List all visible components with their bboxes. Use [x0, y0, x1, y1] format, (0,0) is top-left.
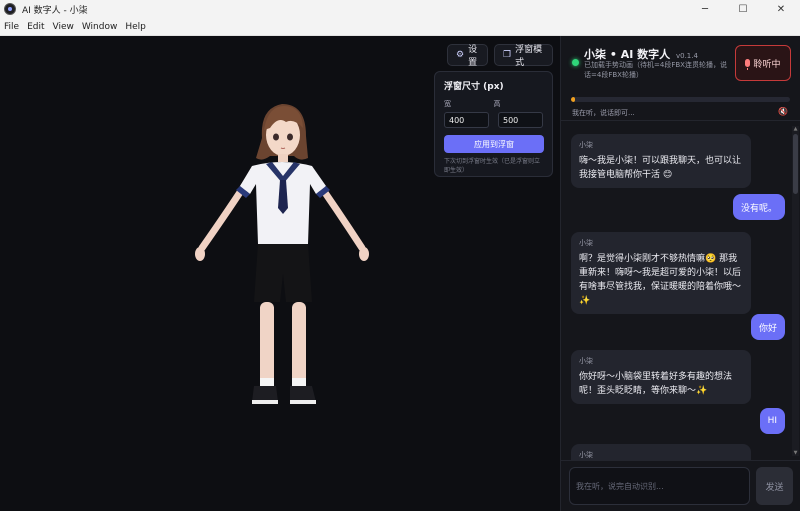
avatar-stage: ⚙ 设置 ❐ 浮窗模式 浮窗尺寸 (px) 宽 高 应用到浮窗 下次切到浮窗时生… [0, 36, 560, 511]
scroll-down-icon[interactable]: ▼ [792, 450, 799, 456]
float-size-panel: 浮窗尺寸 (px) 宽 高 应用到浮窗 下次切到浮窗时生效（已是浮窗则立即生效） [434, 71, 553, 177]
sender-name: 小柒 [579, 357, 593, 365]
maximize-icon[interactable]: ☐ [724, 0, 762, 18]
ai-message: 小柒 嗨～我是小柒！可以跟我聊天，也可以让我接管电脑帮你干活 😊 [571, 134, 751, 188]
window-icon: ❐ [503, 50, 512, 60]
float-mode-label: 浮窗模式 [515, 45, 543, 68]
app-version: v0.1.4 [675, 52, 698, 60]
header-divider [561, 120, 800, 121]
chat-header: 小柒 • AI 数字人 v0.1.4 已加载手势动画（待机=4段FBX连贯轮播，… [561, 36, 800, 92]
ai-message: 小柒 啊？是觉得小柒刚才不够热情嘛🥺 那我重新来！嗨呀～我是超可爱的小柒！以后有… [571, 232, 751, 314]
user-message: 你好 [750, 314, 785, 340]
listening-toggle-button[interactable]: 聆听中 [735, 45, 791, 81]
settings-button[interactable]: ⚙ 设置 [447, 44, 488, 68]
menu-bar: File Edit View Window Help [0, 18, 800, 36]
settings-label: 设置 [468, 45, 478, 68]
gear-icon: ⚙ [456, 50, 465, 60]
menu-window[interactable]: Window [78, 22, 122, 32]
window-title: AI 数字人 - 小柒 [22, 5, 88, 16]
ai-message: 小柒 [571, 444, 751, 460]
avatar-model[interactable] [190, 88, 370, 408]
message-text: 嗨～我是小柒！可以跟我聊天，也可以让我接管电脑帮你干活 😊 [579, 156, 742, 180]
scroll-thumb[interactable] [793, 134, 798, 194]
voice-level-bar [571, 97, 790, 102]
online-status-dot [572, 59, 579, 66]
listening-label: 聆听中 [753, 59, 781, 70]
width-label: 宽 [444, 100, 451, 108]
menu-file[interactable]: File [0, 22, 23, 32]
listen-status-text: 我在听，说话即可... [572, 109, 635, 117]
speaker-mute-icon[interactable]: 🔇 [778, 107, 788, 116]
avatar-figure [195, 104, 369, 404]
message-input[interactable] [569, 467, 750, 505]
menu-edit[interactable]: Edit [23, 22, 48, 32]
message-text: 啊？是觉得小柒刚才不够热情嘛🥺 那我重新来！嗨呀～我是超可爱的小柒！以后有啥事尽… [579, 254, 742, 306]
height-label: 高 [493, 100, 501, 108]
sender-name: 小柒 [579, 141, 593, 149]
menu-help[interactable]: Help [121, 22, 150, 32]
composer: 发送 [561, 460, 800, 511]
user-message: HI [759, 408, 785, 434]
sender-name: 小柒 [579, 451, 593, 459]
message-text: 你好呀～小脑袋里转着好多有趣的想法呢！歪头眨眨睛，等你来聊～✨ [579, 372, 733, 396]
menu-view[interactable]: View [49, 22, 78, 32]
user-message: 没有呢。 [732, 194, 785, 220]
message-scrollbar[interactable]: ▲ ▼ [792, 126, 799, 456]
microphone-icon [745, 59, 751, 70]
voice-level-fill [571, 97, 576, 102]
message-list: 小柒 嗨～我是小柒！可以跟我聊天，也可以让我接管电脑帮你干活 😊 没有呢。 小柒… [561, 122, 791, 460]
apply-float-button[interactable]: 应用到浮窗 [444, 135, 544, 153]
height-input[interactable] [498, 112, 543, 128]
window-controls: ─ ☐ ✕ [686, 0, 800, 18]
float-panel-hint: 下次切到浮窗时生效（已是浮窗则立即生效） [444, 158, 541, 174]
float-mode-button[interactable]: ❐ 浮窗模式 [494, 44, 553, 68]
scroll-up-icon[interactable]: ▲ [792, 126, 799, 132]
minimize-icon[interactable]: ─ [686, 0, 724, 18]
ai-message: 小柒 你好呀～小脑袋里转着好多有趣的想法呢！歪头眨眨睛，等你来聊～✨ [571, 350, 751, 404]
sender-name: 小柒 [579, 239, 593, 247]
send-button[interactable]: 发送 [756, 467, 793, 505]
width-input[interactable] [444, 112, 489, 128]
close-icon[interactable]: ✕ [762, 0, 800, 18]
app-icon [4, 3, 16, 15]
float-panel-title: 浮窗尺寸 (px) [444, 82, 504, 92]
chat-panel: 小柒 • AI 数字人 v0.1.4 已加载手势动画（待机=4段FBX连贯轮播，… [560, 36, 800, 511]
animation-status: 已加载手势动画（待机=4段FBX连贯轮播，说话=4段FBX轮播） [584, 61, 727, 79]
title-bar: AI 数字人 - 小柒 ─ ☐ ✕ [0, 0, 800, 18]
